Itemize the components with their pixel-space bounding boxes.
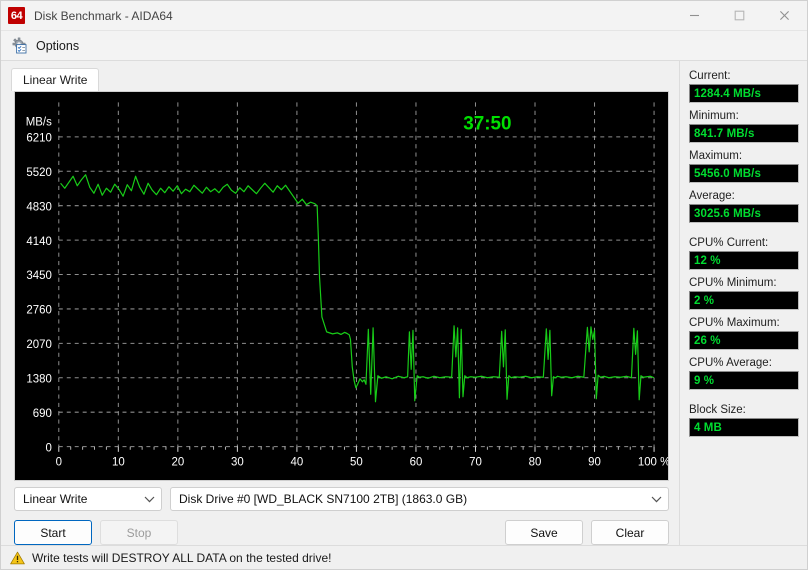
- drive-value: Disk Drive #0 [WD_BLACK SN7100 2TB] (186…: [179, 492, 468, 506]
- svg-text:5520: 5520: [26, 166, 52, 179]
- svg-text:4830: 4830: [26, 200, 52, 213]
- svg-text:MB/s: MB/s: [26, 115, 52, 128]
- svg-text:80: 80: [529, 455, 542, 468]
- stat-value: 26 %: [689, 331, 799, 350]
- options-menu-item[interactable]: Options: [9, 35, 85, 57]
- options-label: Options: [36, 38, 80, 53]
- maximize-button[interactable]: [717, 1, 762, 31]
- left-pane: Linear Write 0 690 1380 2070 2760 3450 4140 483…: [1, 61, 679, 545]
- svg-text:0: 0: [56, 455, 63, 468]
- status-message: Write tests will DESTROY ALL DATA on the…: [32, 550, 332, 565]
- stat-value: 12 %: [689, 251, 799, 270]
- stat-block: Maximum: 5456.0 MB/s: [689, 150, 799, 183]
- svg-text:100 %: 100 %: [638, 455, 668, 468]
- stat-value: 841.7 MB/s: [689, 124, 799, 143]
- svg-text:4140: 4140: [26, 235, 52, 248]
- window-title: Disk Benchmark - AIDA64: [34, 8, 173, 23]
- svg-text:50: 50: [350, 455, 363, 468]
- stat-label: CPU% Maximum:: [689, 317, 780, 329]
- svg-text:70: 70: [469, 455, 482, 468]
- benchmark-chart: 0 690 1380 2070 2760 3450 4140 4830 5520 6210 MB/s…: [14, 91, 669, 481]
- window-controls: [672, 1, 807, 31]
- stat-block: Average: 3025.6 MB/s: [689, 190, 799, 223]
- test-mode-value: Linear Write: [23, 492, 88, 506]
- stat-block: CPU% Current: 12 %: [689, 237, 799, 270]
- svg-text:1380: 1380: [26, 372, 52, 385]
- stat-value: 4 MB: [689, 418, 799, 437]
- svg-text:0: 0: [45, 441, 52, 454]
- app-icon: 64: [8, 7, 25, 24]
- svg-text:90: 90: [588, 455, 601, 468]
- stat-block: Block Size: 4 MB: [689, 404, 799, 437]
- stat-block: CPU% Maximum: 26 %: [689, 317, 799, 350]
- minimize-icon: [690, 14, 699, 17]
- buttons-row: Start Stop Save Clear: [14, 520, 669, 545]
- stat-value: 5456.0 MB/s: [689, 164, 799, 183]
- stat-block: Current: 1284.4 MB/s: [689, 70, 799, 103]
- chevron-down-icon: [651, 496, 662, 502]
- stat-label: Average:: [689, 190, 735, 202]
- maximize-icon: [734, 10, 745, 21]
- tab-label: Linear Write: [23, 73, 88, 87]
- svg-text:40: 40: [291, 455, 304, 468]
- svg-text:30: 30: [231, 455, 244, 468]
- svg-text:690: 690: [33, 407, 53, 420]
- clear-button[interactable]: Clear: [591, 520, 669, 545]
- elapsed-timer: 37:50: [463, 112, 511, 135]
- warning-triangle-icon: [10, 551, 25, 564]
- svg-text:10: 10: [112, 455, 125, 468]
- tab-strip: Linear Write: [11, 67, 679, 91]
- chart-canvas: 069013802070276034504140483055206210MB/s…: [15, 92, 668, 480]
- start-button[interactable]: Start: [14, 520, 92, 545]
- save-button[interactable]: Save: [505, 520, 583, 545]
- stat-block: CPU% Minimum: 2 %: [689, 277, 799, 310]
- statistics-pane: Current: 1284.4 MB/s Minimum: 841.7 MB/s Max…: [679, 61, 807, 545]
- drive-select[interactable]: Disk Drive #0 [WD_BLACK SN7100 2TB] (186…: [170, 487, 669, 511]
- stat-label: CPU% Current:: [689, 237, 769, 249]
- chevron-down-icon: [144, 496, 155, 502]
- close-icon: [780, 11, 789, 20]
- close-button[interactable]: [762, 1, 807, 31]
- svg-text:20: 20: [171, 455, 184, 468]
- title-bar: 64 Disk Benchmark - AIDA64: [1, 1, 807, 31]
- tab-linear-write[interactable]: Linear Write: [11, 68, 100, 91]
- disk-benchmark-window: 64 Disk Benchmark - AIDA64 Options Linea…: [0, 0, 808, 570]
- stat-label: Maximum:: [689, 150, 743, 162]
- stat-label: Current:: [689, 70, 731, 82]
- stat-label: CPU% Average:: [689, 357, 772, 369]
- stat-label: CPU% Minimum:: [689, 277, 777, 289]
- stat-value: 1284.4 MB/s: [689, 84, 799, 103]
- stat-value: 2 %: [689, 291, 799, 310]
- stop-button: Stop: [100, 520, 178, 545]
- stat-value: 3025.6 MB/s: [689, 204, 799, 223]
- main-body: Linear Write 0 690 1380 2070 2760 3450 4140 483…: [1, 61, 807, 545]
- minimize-button[interactable]: [672, 1, 717, 31]
- svg-text:60: 60: [410, 455, 423, 468]
- svg-text:2760: 2760: [26, 303, 52, 316]
- selectors-row: Linear Write Disk Drive #0 [WD_BLACK SN7…: [14, 487, 669, 511]
- stat-label: Minimum:: [689, 110, 739, 122]
- test-mode-select[interactable]: Linear Write: [14, 487, 162, 511]
- stat-block: Minimum: 841.7 MB/s: [689, 110, 799, 143]
- stat-value: 9 %: [689, 371, 799, 390]
- svg-text:6210: 6210: [26, 131, 52, 144]
- stat-block: CPU% Average: 9 %: [689, 357, 799, 390]
- svg-text:2070: 2070: [26, 338, 52, 351]
- gear-checklist-icon: [12, 37, 27, 53]
- status-bar: Write tests will DESTROY ALL DATA on the…: [1, 545, 807, 569]
- menu-bar: Options: [1, 31, 807, 61]
- stat-label: Block Size:: [689, 404, 746, 416]
- controls-area: Linear Write Disk Drive #0 [WD_BLACK SN7…: [1, 481, 679, 545]
- svg-text:3450: 3450: [26, 269, 52, 282]
